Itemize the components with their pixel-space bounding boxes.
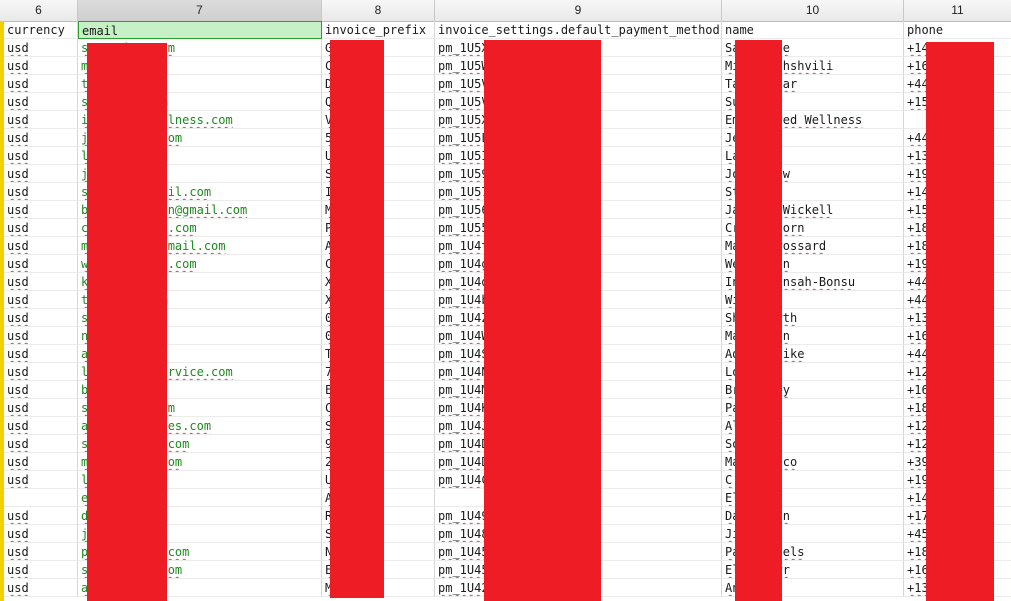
cell-currency[interactable]: usd bbox=[4, 507, 78, 525]
column-header-9[interactable]: 9 bbox=[435, 0, 722, 21]
cell-currency[interactable]: usd bbox=[4, 399, 78, 417]
cell-currency[interactable]: usd bbox=[4, 201, 78, 219]
cell-currency[interactable]: usd bbox=[4, 237, 78, 255]
cell-currency[interactable]: usd bbox=[4, 417, 78, 435]
cell-currency[interactable]: usd bbox=[4, 435, 78, 453]
cell-currency[interactable]: usd bbox=[4, 75, 78, 93]
cell-currency[interactable]: usd bbox=[4, 165, 78, 183]
spreadsheet-grid: 6 7 8 9 10 11 currency email invoice_pre… bbox=[0, 0, 1011, 601]
cell-currency[interactable]: usd bbox=[4, 273, 78, 291]
cell-currency[interactable]: usd bbox=[4, 327, 78, 345]
cell-currency[interactable]: usd bbox=[4, 93, 78, 111]
column-header-8[interactable]: 8 bbox=[322, 0, 435, 21]
cell-currency[interactable]: usd bbox=[4, 471, 78, 489]
cell-currency[interactable]: usd bbox=[4, 219, 78, 237]
column-header-11[interactable]: 11 bbox=[904, 0, 1011, 21]
field-email-selected[interactable]: email bbox=[78, 21, 322, 39]
cell-currency[interactable]: usd bbox=[4, 363, 78, 381]
cell-currency[interactable]: usd bbox=[4, 129, 78, 147]
cell-currency[interactable]: usd bbox=[4, 147, 78, 165]
cell-currency[interactable]: usd bbox=[4, 57, 78, 75]
cell-currency[interactable]: usd bbox=[4, 561, 78, 579]
redaction-block-phone bbox=[926, 42, 994, 601]
redaction-block-payment bbox=[484, 40, 601, 601]
cell-currency[interactable]: usd bbox=[4, 579, 78, 597]
cell-currency[interactable]: usd bbox=[4, 525, 78, 543]
column-header-6[interactable]: 6 bbox=[0, 0, 78, 21]
cell-currency[interactable]: usd bbox=[4, 183, 78, 201]
cell-currency[interactable]: usd bbox=[4, 39, 78, 57]
field-invoice-prefix[interactable]: invoice_prefix bbox=[322, 21, 435, 39]
cell-currency[interactable]: usd bbox=[4, 309, 78, 327]
column-header-10[interactable]: 10 bbox=[722, 0, 904, 21]
cell-currency[interactable]: usd bbox=[4, 111, 78, 129]
redaction-block-email bbox=[87, 43, 167, 601]
redaction-block-name bbox=[735, 40, 782, 601]
column-header-7[interactable]: 7 bbox=[78, 0, 322, 21]
field-default-payment-method[interactable]: invoice_settings.default_payment_method bbox=[435, 21, 722, 39]
cell-currency[interactable]: usd bbox=[4, 543, 78, 561]
field-currency[interactable]: currency bbox=[4, 21, 78, 39]
cell-currency[interactable]: usd bbox=[4, 291, 78, 309]
field-name[interactable]: name bbox=[722, 21, 904, 39]
cell-currency[interactable]: usd bbox=[4, 345, 78, 363]
field-name-row: currency email invoice_prefix invoice_se… bbox=[0, 21, 1011, 39]
redaction-block-prefix bbox=[330, 40, 384, 598]
column-header-bar: 6 7 8 9 10 11 bbox=[0, 0, 1011, 22]
cell-currency[interactable]: usd bbox=[4, 381, 78, 399]
cell-currency[interactable]: usd bbox=[4, 453, 78, 471]
field-phone[interactable]: phone bbox=[904, 21, 1011, 39]
cell-currency[interactable]: usd bbox=[4, 255, 78, 273]
cell-currency[interactable] bbox=[4, 489, 78, 507]
